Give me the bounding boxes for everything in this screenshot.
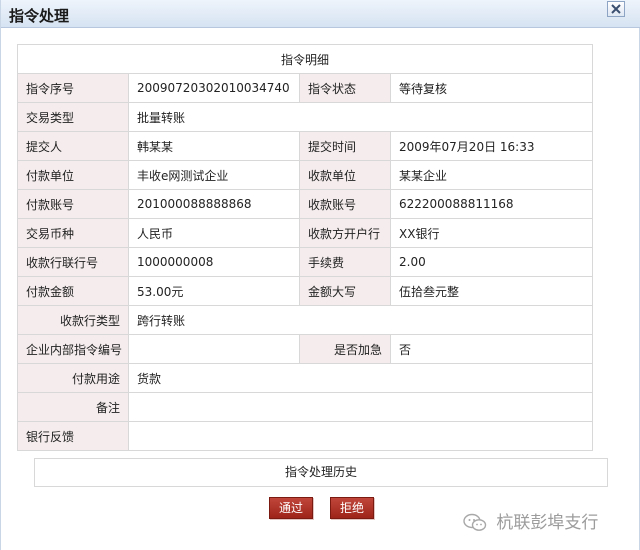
field-value: 某某企业 xyxy=(389,160,594,190)
field-label: 提交人 xyxy=(17,131,129,161)
field-label: 交易类型 xyxy=(17,102,129,132)
field-label: 交易币种 xyxy=(17,218,129,248)
watermark-text: 杭联彭埠支行 xyxy=(496,513,599,533)
reject-button[interactable]: 拒绝 xyxy=(330,497,374,519)
field-value: 伍拾叁元整 xyxy=(389,276,594,306)
field-label: 提交时间 xyxy=(299,131,391,161)
field-value: 20090720302010034740 xyxy=(128,73,300,103)
field-label: 是否加急 xyxy=(299,334,391,364)
table-row: 付款单位 丰收e网测试企业 收款单位 某某企业 xyxy=(17,160,594,190)
field-label: 备注 xyxy=(17,392,129,422)
field-label: 收款方开户行 xyxy=(299,218,391,248)
watermark: 杭联彭埠支行 xyxy=(463,508,599,533)
field-label: 付款账号 xyxy=(17,189,129,219)
field-value: 622200088811168 xyxy=(389,189,594,219)
field-label: 收款行类型 xyxy=(17,305,129,335)
field-label: 收款行联行号 xyxy=(17,247,129,277)
field-value xyxy=(127,421,594,451)
table-row: 付款账号 201000088888868 收款账号 62220008881116… xyxy=(17,189,594,219)
table-row: 收款行类型 跨行转账 xyxy=(17,305,594,335)
field-value xyxy=(127,392,594,422)
history-section[interactable]: 指令处理历史 xyxy=(34,458,608,487)
table-row: 指令序号 20090720302010034740 指令状态 等待复核 xyxy=(17,73,594,103)
field-value: XX银行 xyxy=(389,218,594,248)
field-label: 收款账号 xyxy=(299,189,391,219)
field-value: 1000000008 xyxy=(128,247,300,277)
field-value: 货款 xyxy=(127,363,594,393)
field-label: 付款单位 xyxy=(17,160,129,190)
field-label: 付款金额 xyxy=(17,276,129,306)
field-value: 批量转账 xyxy=(127,102,594,132)
close-icon xyxy=(611,4,621,14)
title-bar: 指令处理 xyxy=(1,0,640,28)
table-row: 付款用途 货款 xyxy=(17,363,594,393)
field-label: 指令序号 xyxy=(17,73,129,103)
field-label: 金额大写 xyxy=(299,276,391,306)
field-value xyxy=(128,334,300,364)
field-value: 2.00 xyxy=(389,247,594,277)
field-label: 指令状态 xyxy=(299,73,391,103)
dialog-title: 指令处理 xyxy=(9,7,70,25)
close-button[interactable] xyxy=(607,1,625,17)
table-row: 付款金额 53.00元 金额大写 伍拾叁元整 xyxy=(17,276,594,306)
field-value: 跨行转账 xyxy=(127,305,594,335)
field-value: 丰收e网测试企业 xyxy=(128,160,300,190)
field-value: 否 xyxy=(389,334,594,364)
table-row: 提交人 韩某某 提交时间 2009年07月20日 16:33 xyxy=(17,131,594,161)
dialog-window: 指令处理 指令明细 指令序号 20090720302010034740 指令状态… xyxy=(0,0,640,550)
field-label: 手续费 xyxy=(299,247,391,277)
table-row: 企业内部指令编号 是否加急 否 xyxy=(17,334,594,364)
field-value: 韩某某 xyxy=(128,131,300,161)
wechat-icon xyxy=(463,513,487,531)
field-value: 2009年07月20日 16:33 xyxy=(389,131,594,161)
table-title: 指令明细 xyxy=(16,44,594,74)
instruction-detail-table: 指令明细 指令序号 20090720302010034740 指令状态 等待复核… xyxy=(16,44,594,451)
field-label: 银行反馈 xyxy=(17,421,129,451)
field-value: 201000088888868 xyxy=(128,189,300,219)
table-row: 银行反馈 xyxy=(17,421,594,451)
field-value: 人民币 xyxy=(128,218,300,248)
approve-button[interactable]: 通过 xyxy=(269,497,313,519)
field-value: 53.00元 xyxy=(128,276,300,306)
table-row: 交易币种 人民币 收款方开户行 XX银行 xyxy=(17,218,594,248)
table-header-row: 指令明细 xyxy=(16,44,594,74)
field-value: 等待复核 xyxy=(389,73,594,103)
table-row: 收款行联行号 1000000008 手续费 2.00 xyxy=(17,247,594,277)
field-label: 付款用途 xyxy=(17,363,129,393)
field-label: 收款单位 xyxy=(299,160,391,190)
table-row: 交易类型 批量转账 xyxy=(17,102,594,132)
table-row: 备注 xyxy=(17,392,594,422)
field-label: 企业内部指令编号 xyxy=(17,334,129,364)
